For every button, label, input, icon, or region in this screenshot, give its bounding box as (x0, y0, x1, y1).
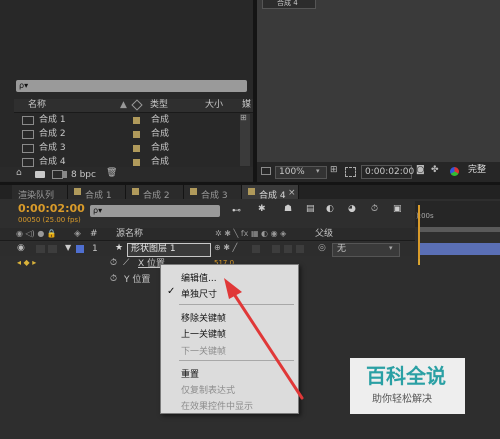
watermark-title: 百科全说 (366, 364, 446, 388)
watermark: 百科全说 助你轻松解决 (350, 358, 465, 414)
watermark-subtitle: 助你轻松解决 (372, 394, 432, 405)
